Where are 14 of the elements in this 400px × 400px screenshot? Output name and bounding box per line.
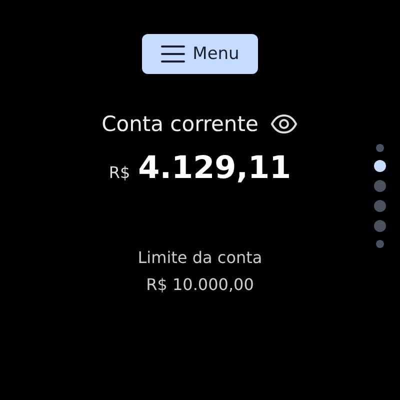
eye-icon[interactable] [270,114,298,134]
limit-label: Limite da conta [138,248,262,267]
page-dot[interactable] [376,144,384,152]
page-dot[interactable] [376,240,384,248]
balance-amount: 4.129,11 [138,150,292,186]
menu-button[interactable]: Menu [142,34,258,74]
page-dot[interactable] [374,220,386,232]
page-dot[interactable] [374,200,386,212]
limit-value: R$ 10.000,00 [146,275,254,294]
page-dot[interactable] [374,180,386,192]
account-title: Conta corrente [102,112,258,136]
menu-icon [160,45,185,63]
currency-symbol: R$ [108,163,130,182]
page-dot[interactable] [374,160,386,172]
